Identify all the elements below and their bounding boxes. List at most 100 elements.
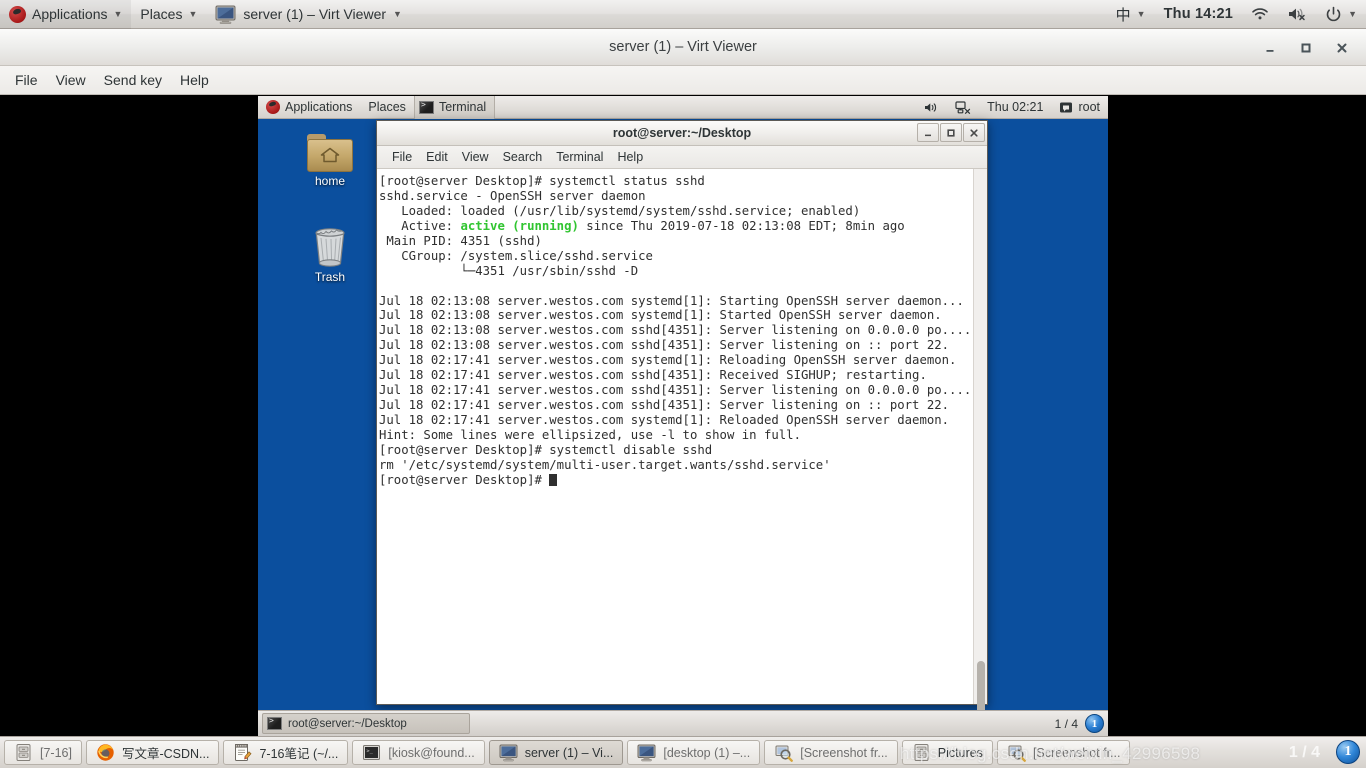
vm-applications-menu[interactable]: Applications (258, 96, 360, 119)
fedora-logo-icon (9, 5, 26, 23)
terminal-line: [root@server Desktop]# (379, 473, 973, 488)
terminal-menu-terminal[interactable]: Terminal (549, 148, 610, 166)
terminal-menu-search[interactable]: Search (496, 148, 550, 166)
menu-help[interactable]: Help (171, 69, 218, 91)
taskbar-item-label: 写文章-CSDN... (121, 747, 210, 761)
close-button[interactable] (1334, 40, 1350, 56)
vm-clock[interactable]: Thu 02:21 (979, 96, 1051, 119)
terminal-close-button[interactable] (963, 123, 985, 142)
terminal-window-controls (917, 123, 985, 142)
terminal-window[interactable]: root@server:~/Desktop File Edit View Sea… (376, 120, 988, 716)
display-icon (637, 743, 656, 762)
terminal-line: [root@server Desktop]# systemctl status … (379, 174, 705, 188)
maximize-button[interactable] (1298, 40, 1314, 56)
host-window-title: server (1) – Virt Viewer (243, 6, 387, 22)
terminal-menu-view[interactable]: View (455, 148, 496, 166)
taskbar-item-label: 7-16笔记 (~/... (259, 747, 339, 761)
input-method-indicator[interactable]: 中 ▼ (1107, 0, 1155, 29)
taskbar-item-7[interactable]: Pictures (901, 740, 993, 765)
terminal-line: Jul 18 02:13:08 server.westos.com sshd[4… (379, 338, 950, 353)
terminal-scrollbar[interactable] (973, 169, 987, 716)
terminal-icon (267, 716, 282, 730)
taskbar-item-label: [Screenshot fr... (1032, 745, 1121, 760)
taskbar-item-2[interactable]: 7-16笔记 (~/... (223, 740, 349, 765)
file-manager-icon (14, 743, 33, 762)
taskbar-item-label: [Screenshot fr... (800, 745, 888, 760)
chevron-down-icon: ▼ (188, 8, 198, 19)
virt-viewer-titlebar[interactable]: server (1) – Virt Viewer (0, 29, 1366, 66)
terminal-line: Jul 18 02:13:08 server.westos.com system… (379, 293, 964, 308)
user-icon (1059, 101, 1073, 114)
taskbar-item-label: Pictures (937, 745, 983, 760)
guest-vm-screen[interactable]: Applications Places Terminal (258, 96, 1108, 736)
wifi-status[interactable] (1242, 0, 1278, 29)
vm-bottom-panel: root@server:~/Desktop 1 / 4 1 (258, 710, 1108, 736)
vm-workspace-switcher[interactable]: 1 / 4 (1055, 717, 1085, 731)
virt-viewer-canvas[interactable]: Applications Places Terminal (0, 96, 1366, 736)
menu-file[interactable]: File (6, 69, 47, 91)
terminal-line: Loaded: loaded (/usr/lib/systemd/system/… (379, 203, 861, 218)
virt-viewer-title: server (1) – Virt Viewer (609, 39, 757, 55)
taskbar-item-8[interactable]: [Screenshot fr... (996, 740, 1131, 765)
host-clock[interactable]: Thu 14:21 (1155, 0, 1243, 29)
terminal-line: └─4351 /usr/sbin/sshd -D (379, 263, 639, 278)
terminal-output[interactable]: [root@server Desktop]# systemctl status … (377, 169, 973, 704)
volume-status[interactable] (1278, 0, 1316, 29)
terminal-scrollbar-thumb[interactable] (977, 661, 985, 716)
firefox-icon (96, 743, 115, 762)
taskbar-item-label: [kiosk@found... (388, 745, 475, 760)
terminal-menu-file[interactable]: File (385, 148, 419, 166)
vm-notification-orb-icon[interactable]: 1 (1085, 714, 1104, 733)
host-places-menu[interactable]: Places ▼ (131, 0, 206, 29)
vm-user-label: root (1078, 100, 1100, 114)
terminal-maximize-button[interactable] (940, 123, 962, 142)
vm-network-status[interactable] (947, 96, 979, 119)
terminal-body[interactable]: [root@server Desktop]# systemctl status … (377, 169, 987, 716)
taskbar-item-label: server (1) – Vi... (524, 745, 614, 760)
desktop-icon-trash[interactable]: Trash (292, 224, 368, 284)
menu-view[interactable]: View (47, 69, 95, 91)
terminal-menu-help[interactable]: Help (610, 148, 650, 166)
screenshot-icon (1007, 743, 1026, 762)
taskbar-item-5[interactable]: [desktop (1) –... (627, 740, 761, 765)
svg-text:>_: >_ (367, 749, 374, 755)
taskbar-item-3[interactable]: >_ [kiosk@found... (352, 740, 485, 765)
vm-top-panel: Applications Places Terminal (258, 96, 1108, 119)
terminal-icon (418, 100, 434, 114)
terminal-titlebar[interactable]: root@server:~/Desktop (377, 121, 987, 146)
host-top-panel: Applications ▼ Places ▼ server (1) – Vir… (0, 0, 1366, 29)
terminal-line: Main PID: 4351 (sshd) (379, 233, 542, 248)
vm-volume-status[interactable] (916, 96, 947, 119)
minimize-button[interactable] (1262, 40, 1278, 56)
desktop-icon-home[interactable]: home (292, 134, 368, 188)
virt-viewer-window: server (1) – Virt Viewer File View Send … (0, 29, 1366, 736)
chevron-down-icon: ▼ (393, 8, 402, 19)
terminal-menubar: File Edit View Search Terminal Help (377, 146, 987, 169)
host-clock-label: Thu 14:21 (1163, 6, 1234, 22)
chevron-down-icon: ▼ (113, 8, 123, 19)
power-menu[interactable]: ▼ (1316, 0, 1366, 29)
vm-places-menu[interactable]: Places (360, 96, 414, 119)
service-status-active: active (running) (460, 218, 579, 233)
menu-send-key[interactable]: Send key (95, 69, 171, 91)
host-applications-menu[interactable]: Applications ▼ (0, 0, 132, 29)
taskbar-item-0[interactable]: [7-16] (4, 740, 82, 765)
taskbar-item-4[interactable]: server (1) – Vi... (488, 740, 624, 765)
taskbar-item-1[interactable]: 写文章-CSDN... (85, 740, 220, 765)
terminal-line: [root@server Desktop]# systemctl disable… (379, 442, 713, 457)
terminal-line: Jul 18 02:13:08 server.westos.com sshd[4… (379, 323, 972, 338)
vm-taskbar-button-terminal[interactable]: root@server:~/Desktop (262, 713, 470, 734)
host-window-menu[interactable]: server (1) – Virt Viewer ▼ (206, 0, 411, 29)
terminal-line: Jul 18 02:17:41 server.westos.com system… (379, 353, 957, 368)
virt-viewer-menubar: File View Send key Help (0, 66, 1366, 95)
desktop-icon-home-label: home (314, 174, 346, 188)
taskbar-item-6[interactable]: [Screenshot fr... (764, 740, 898, 765)
terminal-line: sshd.service - OpenSSH server daemon (379, 188, 646, 203)
vm-window-button-terminal[interactable]: Terminal (413, 96, 496, 119)
vm-user-menu[interactable]: root (1051, 96, 1108, 119)
terminal-minimize-button[interactable] (917, 123, 939, 142)
terminal-line: Jul 18 02:13:08 server.westos.com system… (379, 308, 942, 323)
terminal-menu-edit[interactable]: Edit (419, 148, 455, 166)
file-manager-icon (912, 743, 931, 762)
wifi-icon (1251, 6, 1269, 22)
